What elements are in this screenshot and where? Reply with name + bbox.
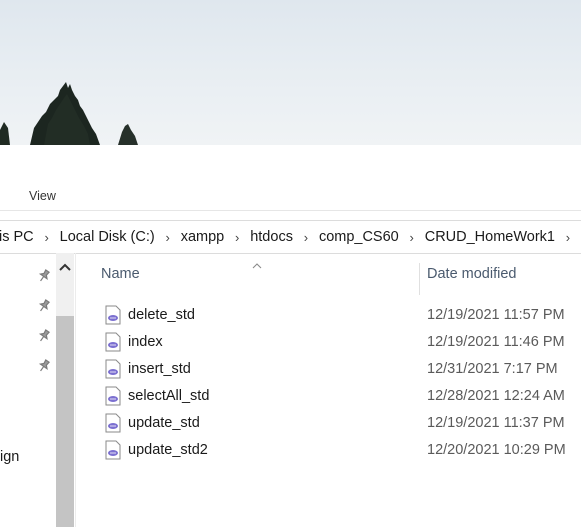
chevron-right-icon[interactable]: › xyxy=(155,230,181,245)
file-row[interactable]: index 12/19/2021 11:46 PM xyxy=(100,330,581,356)
nav-item-label[interactable]: ign xyxy=(0,449,19,465)
file-date-modified: 12/19/2021 11:46 PM xyxy=(427,334,565,350)
file-name: index xyxy=(128,334,163,350)
breadcrumb-crud-homework1[interactable]: CRUD_HomeWork1 xyxy=(425,229,555,245)
sort-up-icon xyxy=(252,256,262,274)
breadcrumb-xampp[interactable]: xampp xyxy=(181,229,225,245)
column-header-name[interactable]: Name xyxy=(101,266,140,282)
pin-icon[interactable] xyxy=(37,329,51,343)
pin-icon[interactable] xyxy=(37,359,51,373)
breadcrumb-this-pc[interactable]: is PC xyxy=(0,229,34,245)
file-name: insert_std xyxy=(128,361,191,377)
php-file-icon xyxy=(105,332,121,352)
php-file-icon xyxy=(105,440,121,460)
file-date-modified: 12/19/2021 11:37 PM xyxy=(427,415,565,431)
breadcrumb-local-disk[interactable]: Local Disk (C:) xyxy=(60,229,155,245)
file-name: update_std2 xyxy=(128,442,208,458)
column-header-date-modified[interactable]: Date modified xyxy=(427,266,516,282)
file-row[interactable]: update_std2 12/20/2021 10:29 PM xyxy=(100,438,581,464)
nav-scrollbar-thumb[interactable] xyxy=(56,316,74,527)
desktop-wallpaper xyxy=(0,0,581,145)
php-file-icon xyxy=(105,413,121,433)
php-file-icon xyxy=(105,359,121,379)
file-row[interactable]: update_std 12/19/2021 11:37 PM xyxy=(100,411,581,437)
file-explorer-window: View is PC › Local Disk (C:) › xampp › h… xyxy=(0,145,581,527)
pin-icon[interactable] xyxy=(37,269,51,283)
pane-divider xyxy=(75,253,76,527)
scroll-up-icon[interactable] xyxy=(56,259,74,277)
chevron-right-icon[interactable]: › xyxy=(399,230,425,245)
file-name: update_std xyxy=(128,415,200,431)
pin-icon[interactable] xyxy=(37,299,51,313)
chevron-right-icon[interactable]: › xyxy=(555,230,581,245)
column-separator[interactable] xyxy=(419,263,420,295)
file-row[interactable]: selectAll_std 12/28/2021 12:24 AM xyxy=(100,384,581,410)
breadcrumb-htdocs[interactable]: htdocs xyxy=(250,229,293,245)
php-file-icon xyxy=(105,386,121,406)
ribbon-divider xyxy=(0,210,581,211)
breadcrumb-comp-cs60[interactable]: comp_CS60 xyxy=(319,229,399,245)
file-date-modified: 12/28/2021 12:24 AM xyxy=(427,388,565,404)
file-name: delete_std xyxy=(128,307,195,323)
file-row[interactable]: delete_std 12/19/2021 11:57 PM xyxy=(100,303,581,329)
php-file-icon xyxy=(105,305,121,325)
file-name: selectAll_std xyxy=(128,388,210,404)
navigation-pane: ign xyxy=(0,253,75,527)
file-row[interactable]: insert_std 12/31/2021 7:17 PM xyxy=(100,357,581,383)
chevron-right-icon[interactable]: › xyxy=(224,230,250,245)
file-date-modified: 12/19/2021 11:57 PM xyxy=(427,307,565,323)
chevron-right-icon[interactable]: › xyxy=(293,230,319,245)
chevron-right-icon[interactable]: › xyxy=(34,230,60,245)
ribbon-tab-view[interactable]: View xyxy=(29,189,56,203)
tree-silhouette xyxy=(0,82,138,145)
file-date-modified: 12/31/2021 7:17 PM xyxy=(427,361,558,377)
address-bar-breadcrumb[interactable]: is PC › Local Disk (C:) › xampp › htdocs… xyxy=(0,220,581,254)
file-date-modified: 12/20/2021 10:29 PM xyxy=(427,442,566,458)
